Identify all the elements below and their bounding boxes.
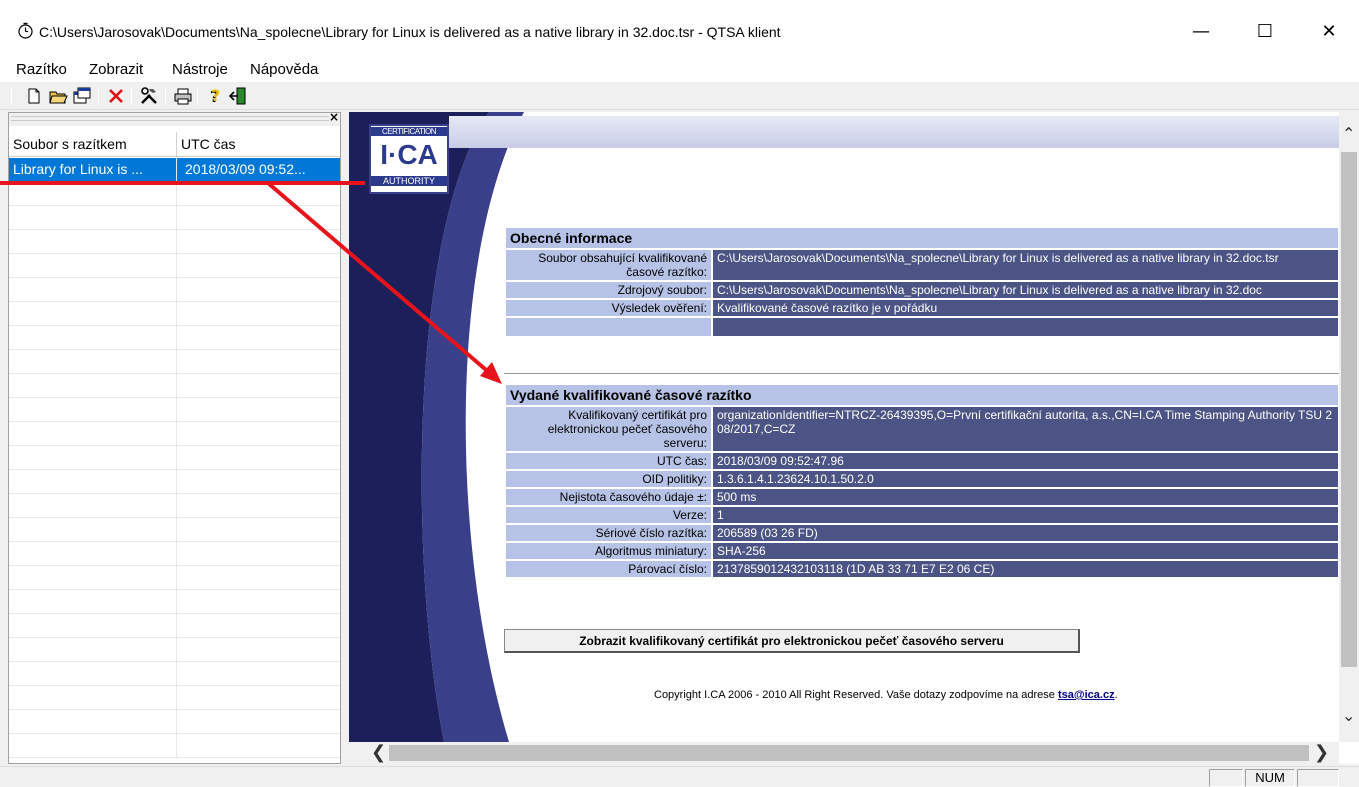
scroll-down-icon[interactable]: ⌄ bbox=[1342, 706, 1355, 725]
general-info-heading: Obecné informace bbox=[506, 228, 1338, 248]
menu-napoveda[interactable]: Nápověda bbox=[250, 61, 318, 78]
field-label: Zdrojový soubor: bbox=[506, 282, 711, 298]
field-value: 1 bbox=[713, 507, 1338, 523]
copyright-notice: Copyright I.CA 2006 - 2010 All Right Res… bbox=[654, 689, 1118, 701]
vertical-scroll-thumb[interactable] bbox=[1341, 152, 1357, 667]
tools-icon[interactable] bbox=[139, 86, 159, 106]
copyright-text: Copyright I.CA 2006 - 2010 All Right Res… bbox=[654, 689, 1058, 701]
num-lock-indicator: NUM bbox=[1245, 769, 1295, 787]
scroll-right-icon[interactable]: ❯ bbox=[1314, 742, 1329, 763]
open-icon[interactable] bbox=[48, 86, 68, 106]
status-cell bbox=[1297, 769, 1339, 787]
field-label: Algoritmus miniatury: bbox=[506, 543, 711, 559]
horizontal-scrollbar[interactable]: ❮ ❯ bbox=[349, 742, 1339, 764]
app-window: C:\Users\Jarosovak\Documents\Na_spolecne… bbox=[0, 0, 1359, 787]
menu-zobrazit[interactable]: Zobrazit bbox=[89, 61, 143, 78]
field-label: Soubor obsahující kvalifikované časové r… bbox=[506, 250, 711, 280]
column-header-file[interactable]: Soubor s razítkem bbox=[9, 132, 177, 157]
field-label: Verze: bbox=[506, 507, 711, 523]
horizontal-scroll-thumb[interactable] bbox=[389, 745, 1309, 761]
list-item[interactable]: Library for Linux is ... 2018/03/09 09:5… bbox=[9, 158, 340, 182]
field-label: UTC čas: bbox=[506, 453, 711, 469]
menu-bar: Razítko Zobrazit Nástroje Nápověda bbox=[0, 58, 1359, 82]
email-link[interactable]: tsa@ica.cz bbox=[1058, 689, 1115, 701]
stamp-list-panel: × Soubor s razítkem UTC čas Library for … bbox=[8, 112, 341, 764]
close-button[interactable]: ✕ bbox=[1306, 14, 1352, 50]
menu-razitko[interactable]: Razítko bbox=[16, 61, 67, 78]
field-value: 1.3.6.1.4.1.23624.10.1.50.2.0 bbox=[713, 471, 1338, 487]
field-label: Výsledek ověření: bbox=[506, 300, 711, 316]
logo-text-top: CERTIFICATION bbox=[371, 127, 447, 136]
timestamp-heading: Vydané kvalifikované časové razítko bbox=[506, 385, 1338, 405]
field-value: Kvalifikované časové razítko je v pořádk… bbox=[713, 300, 1338, 316]
list-item-file: Library for Linux is ... bbox=[13, 161, 143, 177]
maximize-button[interactable]: ☐ bbox=[1242, 14, 1288, 50]
panel-close-icon[interactable]: × bbox=[329, 113, 339, 124]
scroll-left-icon[interactable]: ❮ bbox=[371, 742, 386, 763]
ica-logo: CERTIFICATION I·CA AUTHORITY bbox=[369, 124, 449, 194]
field-value: C:\Users\Jarosovak\Documents\Na_spolecne… bbox=[713, 282, 1338, 298]
vertical-scrollbar[interactable]: ⌃ ⌄ bbox=[1339, 112, 1359, 742]
toolbar-separator bbox=[165, 87, 166, 105]
field-label bbox=[506, 318, 711, 336]
field-label: OID politiky: bbox=[506, 471, 711, 487]
header-band bbox=[449, 116, 1339, 148]
exit-icon[interactable] bbox=[228, 86, 248, 106]
stopwatch-icon bbox=[18, 22, 33, 39]
toolbar-separator bbox=[131, 87, 132, 105]
print-icon[interactable] bbox=[173, 86, 193, 106]
field-label: Sériové číslo razítka: bbox=[506, 525, 711, 541]
field-value: 500 ms bbox=[713, 489, 1338, 505]
status-bar: NUM bbox=[0, 766, 1359, 787]
svg-text:?: ? bbox=[211, 86, 220, 105]
panel-grip[interactable]: × bbox=[9, 113, 340, 126]
logo-text-bottom: AUTHORITY bbox=[371, 176, 447, 186]
delete-icon[interactable] bbox=[106, 86, 126, 106]
field-label: Nejistota časového údaje ±: bbox=[506, 489, 711, 505]
field-value: 2018/03/09 09:52:47.96 bbox=[713, 453, 1338, 469]
section-divider bbox=[504, 373, 1340, 374]
scroll-up-icon[interactable]: ⌃ bbox=[1342, 124, 1355, 143]
show-certificate-button[interactable]: Zobrazit kvalifikovaný certifikát pro el… bbox=[504, 629, 1080, 653]
copyright-end: . bbox=[1114, 689, 1118, 701]
general-info-table: Obecné informace Soubor obsahující kvali… bbox=[504, 226, 1340, 338]
toolbar-separator bbox=[98, 87, 99, 105]
toolbar-separator bbox=[11, 87, 12, 105]
toolbar: ? ? bbox=[0, 82, 1359, 110]
status-cell bbox=[1209, 769, 1243, 787]
toolbar-separator bbox=[197, 87, 198, 105]
help-icon[interactable]: ? ? bbox=[205, 86, 225, 106]
column-header-utc[interactable]: UTC čas bbox=[177, 132, 340, 157]
list-item-utc: 2018/03/09 09:52... bbox=[185, 161, 306, 177]
windows-icon[interactable] bbox=[72, 86, 92, 106]
stamp-list: Library for Linux is ... 2018/03/09 09:5… bbox=[9, 158, 340, 758]
menu-nastroje[interactable]: Nástroje bbox=[172, 61, 228, 78]
title-bar: C:\Users\Jarosovak\Documents\Na_spolecne… bbox=[0, 0, 1359, 58]
field-value: SHA-256 bbox=[713, 543, 1338, 559]
timestamp-table: Vydané kvalifikované časové razítko Kval… bbox=[504, 383, 1340, 579]
logo-text-main: I·CA bbox=[380, 139, 438, 170]
field-label: Kvalifikovaný certifikát pro elektronick… bbox=[506, 407, 711, 451]
new-icon[interactable] bbox=[24, 86, 44, 106]
window-title: C:\Users\Jarosovak\Documents\Na_spolecne… bbox=[39, 24, 781, 40]
field-value: 206589 (03 26 FD) bbox=[713, 525, 1338, 541]
detail-view: CERTIFICATION I·CA AUTHORITY Obecné info… bbox=[349, 112, 1359, 764]
field-value: 2137859012432103118 (1D AB 33 71 E7 E2 0… bbox=[713, 561, 1338, 577]
field-label: Párovací číslo: bbox=[506, 561, 711, 577]
field-value: C:\Users\Jarosovak\Documents\Na_spolecne… bbox=[713, 250, 1338, 280]
minimize-button[interactable]: — bbox=[1178, 14, 1224, 50]
field-value bbox=[713, 318, 1338, 336]
field-value: organizationIdentifier=NTRCZ-26439395,O=… bbox=[713, 407, 1338, 451]
list-header: Soubor s razítkem UTC čas bbox=[9, 132, 340, 157]
